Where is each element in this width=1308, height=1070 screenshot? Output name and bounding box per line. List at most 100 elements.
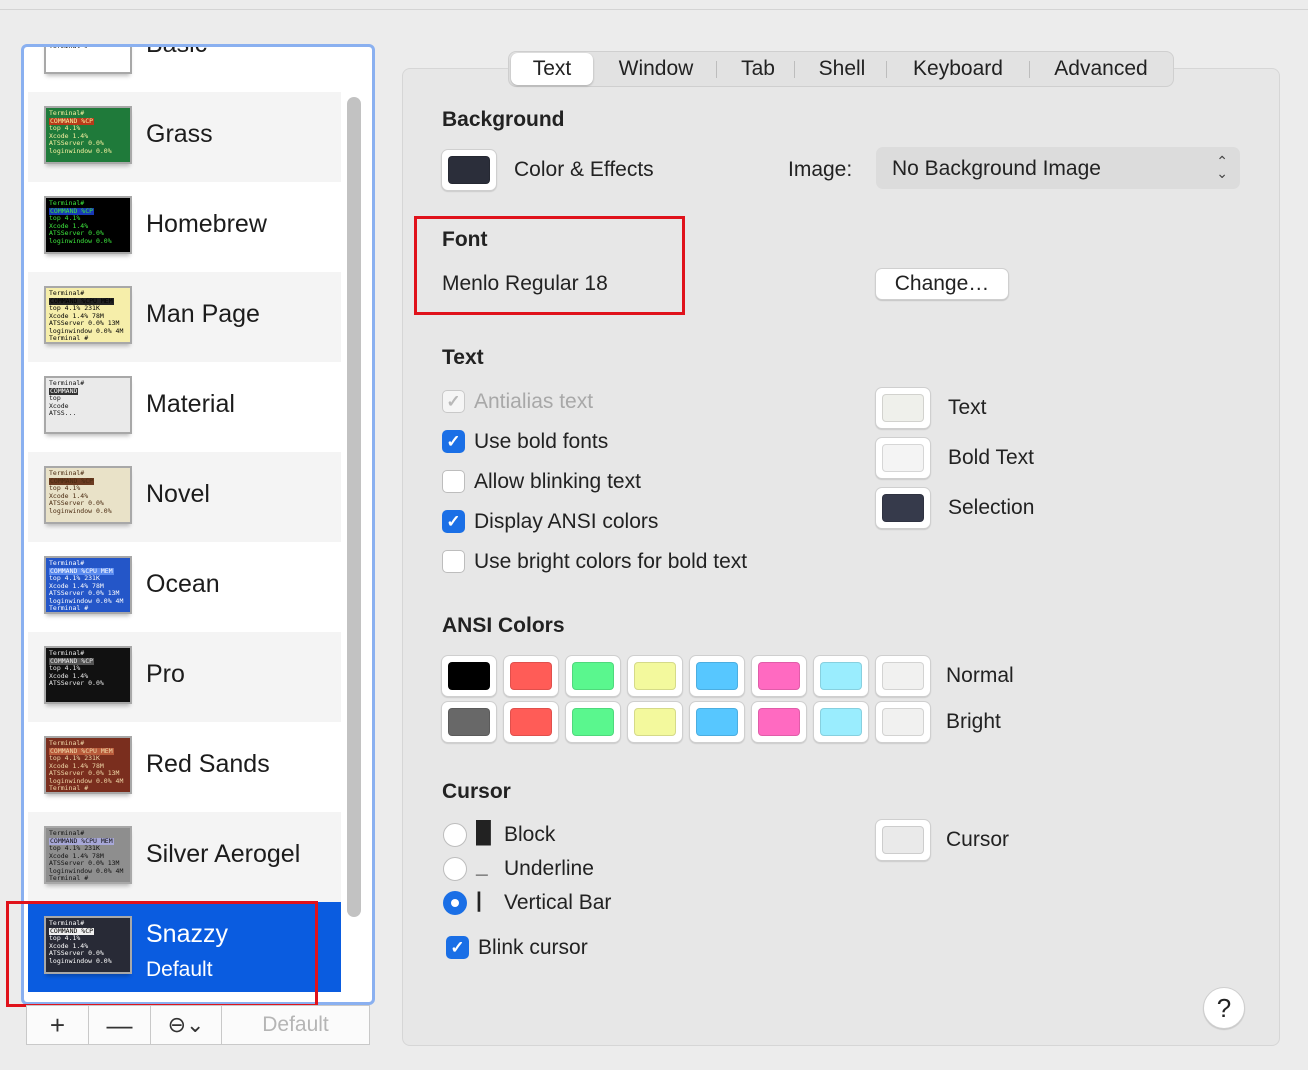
- color-fill: [448, 662, 490, 690]
- profile-item[interactable]: Terminal# COMMAND %CP top 4.1% Xcode 1.4% AT…: [28, 452, 341, 542]
- tab-advanced[interactable]: Advanced: [1037, 52, 1165, 86]
- profile-item[interactable]: Terminal# COMMAND %CPU MEM top 4.1% 231K Xc…: [28, 812, 341, 902]
- ansi-normal-color-well[interactable]: [689, 655, 745, 697]
- checkbox[interactable]: ✓: [442, 390, 465, 413]
- tab-keyboard[interactable]: Keyboard: [895, 52, 1021, 86]
- blink-cursor-label: Blink cursor: [478, 936, 588, 959]
- profile-preview-thumbnail: Terminal# COMMAND %CP top 4.1% Xcode 1.4% AT…: [44, 196, 132, 254]
- profile-preview-thumbnail: Terminal# COMMAND %CPU MEM top 4.1% 231K Xc…: [44, 736, 132, 794]
- ansi-bright-color-well[interactable]: [565, 701, 621, 743]
- more-actions-menu-button[interactable]: ⊖⌄: [150, 1005, 222, 1045]
- add-profile-button[interactable]: +: [26, 1005, 89, 1045]
- profile-name: Homebrew: [146, 210, 267, 238]
- ansi-normal-color-well[interactable]: [813, 655, 869, 697]
- background-image-value: No Background Image: [892, 157, 1101, 180]
- profile-item[interactable]: Terminal# COMMAND %CP top 4.1% Xcode 1.4% AT…: [28, 632, 341, 722]
- cursor-color-label: Cursor: [946, 828, 1010, 851]
- profile-item[interactable]: Terminal# COMMAND %CP top 4.1% Xcode 1.4% AT…: [28, 182, 341, 272]
- checkbox-label: Use bright colors for bold text: [474, 550, 748, 573]
- cursor-style-radio[interactable]: [443, 891, 467, 915]
- profile-preview-thumbnail: ATSServer 0.0% 13Mloginwindow 0.0% 4M Te…: [44, 47, 132, 74]
- text-color-label: Bold Text: [948, 446, 1034, 469]
- ansi-section-title: ANSI Colors: [442, 614, 565, 637]
- checkbox-label: Allow blinking text: [474, 470, 641, 493]
- remove-profile-button[interactable]: —: [88, 1005, 151, 1045]
- profile-name: Novel: [146, 480, 210, 508]
- set-default-button[interactable]: Default: [221, 1005, 370, 1045]
- profile-item[interactable]: ATSServer 0.0% 13Mloginwindow 0.0% 4M Te…: [28, 47, 341, 92]
- blink-cursor-checkbox[interactable]: ✓: [446, 936, 469, 959]
- profile-list-scrollbar[interactable]: [347, 97, 361, 917]
- profile-item[interactable]: Terminal# COMMAND %CPU MEM top 4.1% 231K Xc…: [28, 272, 341, 362]
- color-effects-label: Color & Effects: [514, 158, 654, 181]
- color-fill: [882, 444, 924, 472]
- color-fill: [696, 662, 738, 690]
- color-fill: [758, 662, 800, 690]
- profile-preview-thumbnail: Terminal# COMMAND %CP top 4.1% Xcode 1.4% AT…: [44, 646, 132, 704]
- color-fill: [820, 708, 862, 736]
- profile-list[interactable]: ATSServer 0.0% 13Mloginwindow 0.0% 4M Te…: [21, 44, 375, 1005]
- profile-preview-thumbnail: Terminal# COMMAND top Xcode ATSS...: [44, 376, 132, 434]
- checkbox-label: Display ANSI colors: [474, 510, 659, 533]
- color-fill: [510, 662, 552, 690]
- text-color-label: Text: [948, 396, 987, 419]
- cursor-color-well[interactable]: [875, 819, 931, 861]
- background-color-well[interactable]: [441, 149, 497, 191]
- cursor-style-radio[interactable]: [443, 857, 467, 881]
- text-color-well[interactable]: [875, 387, 931, 429]
- checkbox[interactable]: [442, 470, 465, 493]
- change-font-button[interactable]: Change…: [875, 268, 1009, 300]
- tab-shell[interactable]: Shell: [801, 52, 883, 86]
- profile-preview-thumbnail: Terminal# COMMAND %CPU MEM top 4.1% 231K Xc…: [44, 826, 132, 884]
- ansi-bright-color-well[interactable]: [751, 701, 807, 743]
- tab-tab[interactable]: Tab: [723, 52, 793, 86]
- checkbox[interactable]: ✓: [442, 510, 465, 533]
- ansi-bright-color-well[interactable]: [503, 701, 559, 743]
- color-fill: [634, 708, 676, 736]
- profile-item[interactable]: Terminal# COMMAND %CPU MEM top 4.1% 231K Xc…: [28, 542, 341, 632]
- ansi-normal-label: Normal: [946, 664, 1014, 687]
- tab-separator: [886, 61, 887, 78]
- font-value: Menlo Regular 18: [442, 272, 608, 295]
- cursor-style-label: Block: [504, 823, 556, 846]
- color-fill: [634, 662, 676, 690]
- cursor-section-title: Cursor: [442, 780, 511, 803]
- tab-text[interactable]: Text: [511, 53, 593, 85]
- profile-item[interactable]: Terminal# COMMAND top Xcode ATSS... Material: [28, 362, 341, 452]
- tab-separator: [794, 61, 795, 78]
- text-color-well[interactable]: [875, 437, 931, 479]
- ansi-normal-color-well[interactable]: [751, 655, 807, 697]
- checkbox[interactable]: ✓: [442, 430, 465, 453]
- color-fill: [882, 662, 924, 690]
- color-fill: [510, 708, 552, 736]
- checkbox[interactable]: [442, 550, 465, 573]
- cursor-style-radio[interactable]: [443, 823, 467, 847]
- ansi-normal-color-well[interactable]: [565, 655, 621, 697]
- color-fill: [882, 494, 924, 522]
- profile-name: Pro: [146, 660, 185, 688]
- ansi-bright-color-well[interactable]: [875, 701, 931, 743]
- ansi-normal-color-well[interactable]: [875, 655, 931, 697]
- text-color-well[interactable]: [875, 487, 931, 529]
- background-image-popup[interactable]: No Background Image ⌃ ⌄: [876, 147, 1240, 189]
- profile-preview-thumbnail: Terminal# COMMAND %CP top 4.1% Xcode 1.4% AT…: [44, 106, 132, 164]
- profile-item[interactable]: Terminal# COMMAND %CPU MEM top 4.1% 231K Xc…: [28, 722, 341, 812]
- help-button[interactable]: ?: [1203, 987, 1245, 1029]
- profile-item[interactable]: Terminal# COMMAND %CP top 4.1% Xcode 1.4% AT…: [28, 92, 341, 182]
- ansi-bright-color-well[interactable]: [441, 701, 497, 743]
- ansi-bright-color-well[interactable]: [689, 701, 745, 743]
- cursor-color-fill: [882, 826, 924, 854]
- background-section-title: Background: [442, 108, 565, 131]
- profile-list-toolbar: + — ⊖⌄ Default: [26, 1005, 370, 1045]
- ansi-bright-color-well[interactable]: [813, 701, 869, 743]
- tab-separator: [716, 61, 717, 78]
- profile-name: Ocean: [146, 570, 220, 598]
- ansi-normal-color-well[interactable]: [503, 655, 559, 697]
- ansi-normal-color-well[interactable]: [627, 655, 683, 697]
- color-fill: [758, 708, 800, 736]
- color-fill: [572, 662, 614, 690]
- ansi-normal-color-well[interactable]: [441, 655, 497, 697]
- color-fill: [572, 708, 614, 736]
- ansi-bright-color-well[interactable]: [627, 701, 683, 743]
- tab-window[interactable]: Window: [601, 52, 711, 86]
